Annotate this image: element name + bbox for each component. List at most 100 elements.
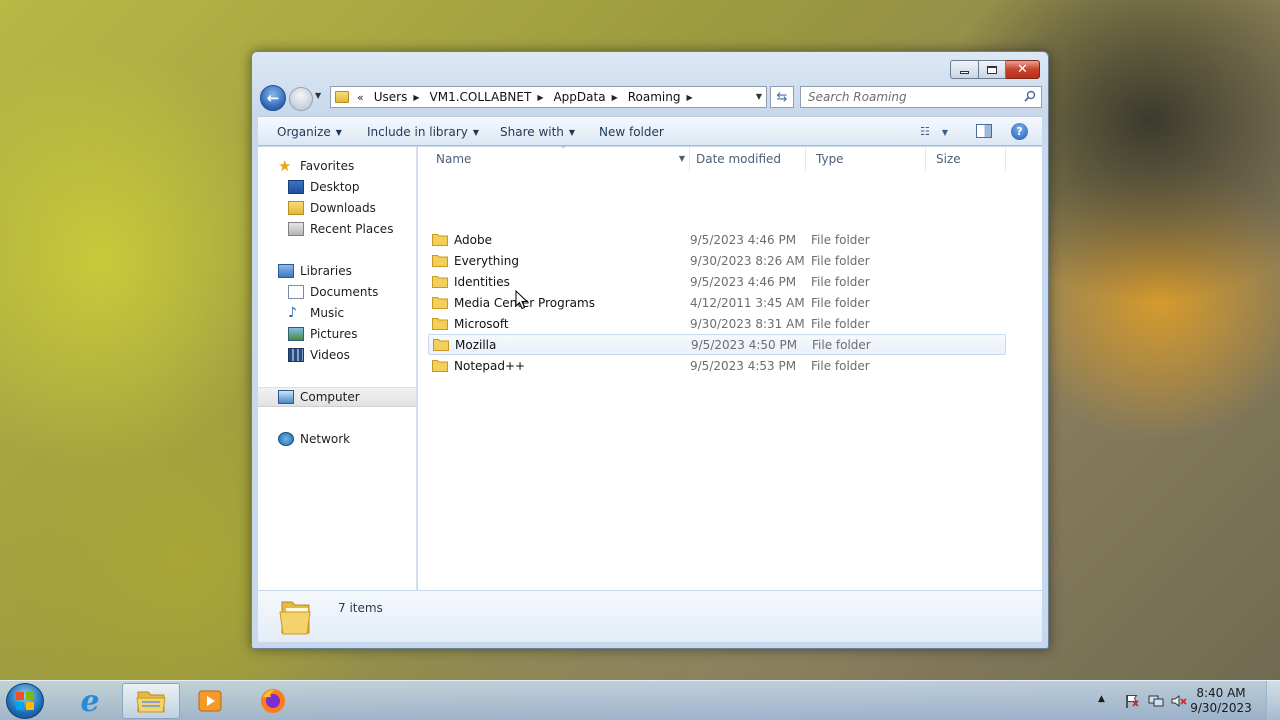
explorer-window: ✕ ← ▼ « Users ▶ VM1.COLLABNET ▶ AppData … (251, 51, 1049, 649)
breadcrumb-overflow[interactable]: « (357, 91, 364, 104)
table-row[interactable]: Microsoft 9/30/2023 8:31 AM File folder (428, 313, 1006, 334)
nav-recent-places-label: Recent Places (310, 222, 394, 236)
refresh-button[interactable]: ⇆ (770, 86, 794, 108)
nav-network-label: Network (300, 432, 351, 446)
folder-icon (433, 339, 449, 351)
column-header-name[interactable]: ⌃ Name ▼ (426, 145, 690, 171)
action-center-flag-icon[interactable] (1124, 693, 1140, 709)
forward-button[interactable] (289, 87, 313, 111)
pictures-icon (288, 327, 304, 341)
breadcrumb-arrow-icon[interactable]: ▶ (413, 93, 419, 102)
internet-explorer-icon: e (80, 683, 100, 719)
window-controls: ✕ (950, 60, 1040, 79)
show-desktop-button[interactable] (1266, 681, 1280, 720)
table-row[interactable]: Notepad++ 9/5/2023 4:53 PM File folder (428, 355, 1006, 376)
breadcrumb-vm1-collabnet[interactable]: VM1.COLLABNET (430, 90, 532, 104)
file-date: 9/5/2023 4:46 PM (690, 274, 797, 289)
breadcrumb-arrow-icon[interactable]: ▶ (686, 93, 692, 102)
nav-network[interactable]: Network (278, 429, 436, 449)
nav-videos-label: Videos (310, 348, 350, 362)
new-folder-button[interactable]: New folder (599, 125, 664, 139)
breadcrumb-roaming[interactable]: Roaming (628, 90, 681, 104)
nav-favorites-label: Favorites (300, 159, 355, 173)
network-status-icon[interactable] (1148, 693, 1164, 709)
file-type: File folder (811, 232, 870, 247)
mouse-cursor-icon (515, 290, 529, 310)
nav-desktop-label: Desktop (310, 180, 360, 194)
file-type: File folder (811, 358, 870, 373)
column-header-size[interactable]: Size (926, 147, 1006, 171)
breadcrumb-appdata[interactable]: AppData (553, 90, 605, 104)
breadcrumb-users[interactable]: Users (374, 90, 408, 104)
file-type: File folder (811, 316, 870, 331)
file-name: Identities (454, 274, 510, 289)
taskbar-windows-explorer[interactable] (122, 683, 180, 719)
show-hidden-icons-icon[interactable]: ▲ (1098, 694, 1114, 710)
close-button[interactable]: ✕ (1006, 60, 1040, 79)
preview-pane-button[interactable] (976, 124, 992, 138)
change-view-button[interactable]: ☷ ▼ (920, 125, 948, 138)
organize-button[interactable]: Organize ▼ (277, 125, 342, 139)
file-list: ⌃ Name ▼ Date modified Type Size Adobe 9… (418, 145, 1042, 590)
folder-icon (279, 601, 311, 635)
nav-downloads-label: Downloads (310, 201, 376, 215)
nav-favorites[interactable]: ★ Favorites (278, 156, 436, 176)
table-row[interactable]: Everything 9/30/2023 8:26 AM File folder (428, 250, 1006, 271)
breadcrumb-arrow-icon[interactable]: ▶ (612, 93, 618, 102)
start-button[interactable] (6, 683, 44, 719)
table-row[interactable]: Identities 9/5/2023 4:46 PM File folder (428, 271, 1006, 292)
details-pane: 7 items (258, 590, 1042, 642)
chevron-down-icon[interactable]: ▼ (679, 154, 685, 163)
table-row[interactable]: Adobe 9/5/2023 4:46 PM File folder (428, 229, 1006, 250)
media-player-icon (198, 690, 222, 712)
nav-computer-label: Computer (300, 390, 360, 404)
search-input[interactable] (801, 87, 1011, 107)
nav-documents-label: Documents (310, 285, 379, 299)
help-button[interactable]: ? (1011, 123, 1028, 140)
share-with-button[interactable]: Share with ▼ (500, 125, 575, 139)
minimize-button[interactable] (950, 60, 979, 79)
column-header-date-modified[interactable]: Date modified (686, 147, 806, 171)
folder-icon (335, 91, 349, 103)
file-name: Mozilla (455, 337, 497, 352)
column-header-type[interactable]: Type (806, 147, 926, 171)
taskbar: e ▲ 8:40 AM 9/30/2023 (0, 680, 1280, 720)
taskbar-internet-explorer[interactable]: e (61, 683, 119, 719)
refresh-icon: ⇆ (776, 89, 788, 105)
organize-label: Organize (277, 125, 331, 139)
folder-icon (432, 276, 448, 288)
clock-time: 8:40 AM (1196, 686, 1246, 700)
chevron-down-icon: ▼ (568, 128, 576, 137)
nav-libraries[interactable]: Libraries (278, 261, 436, 281)
file-type: File folder (811, 295, 870, 310)
breadcrumb-arrow-icon[interactable]: ▶ (537, 93, 543, 102)
file-type: File folder (811, 253, 870, 268)
nav-computer[interactable]: Computer (258, 387, 416, 407)
column-date-label: Date modified (696, 152, 782, 166)
address-dropdown-icon[interactable]: ▼ (756, 92, 762, 101)
taskbar-firefox[interactable] (244, 683, 302, 719)
folder-icon (432, 318, 448, 330)
column-type-label: Type (816, 152, 844, 166)
volume-muted-icon[interactable] (1171, 693, 1187, 709)
nav-music-label: Music (310, 306, 345, 320)
address-bar[interactable]: « Users ▶ VM1.COLLABNET ▶ AppData ▶ Roam… (330, 86, 767, 108)
chevron-down-icon: ▼ (941, 128, 949, 137)
firefox-icon (261, 689, 285, 713)
taskbar-media-player[interactable] (181, 683, 239, 719)
maximize-button[interactable] (979, 60, 1006, 79)
column-size-label: Size (936, 152, 961, 166)
search-box[interactable] (800, 86, 1042, 108)
nav-libraries-label: Libraries (300, 264, 352, 278)
search-icon[interactable] (1024, 90, 1036, 102)
file-date: 9/5/2023 4:53 PM (690, 358, 797, 373)
back-button[interactable]: ← (260, 85, 286, 111)
table-row-hovered[interactable]: Mozilla 9/5/2023 4:50 PM File folder (428, 334, 1006, 355)
recent-pages-button[interactable]: ▼ (315, 91, 321, 100)
include-in-library-button[interactable]: Include in library ▼ (367, 125, 479, 139)
libraries-icon (278, 264, 294, 278)
clock[interactable]: 8:40 AM 9/30/2023 (1186, 686, 1256, 716)
sort-ascending-icon: ⌃ (560, 145, 567, 154)
downloads-icon (288, 201, 304, 215)
file-name: Microsoft (454, 316, 509, 331)
